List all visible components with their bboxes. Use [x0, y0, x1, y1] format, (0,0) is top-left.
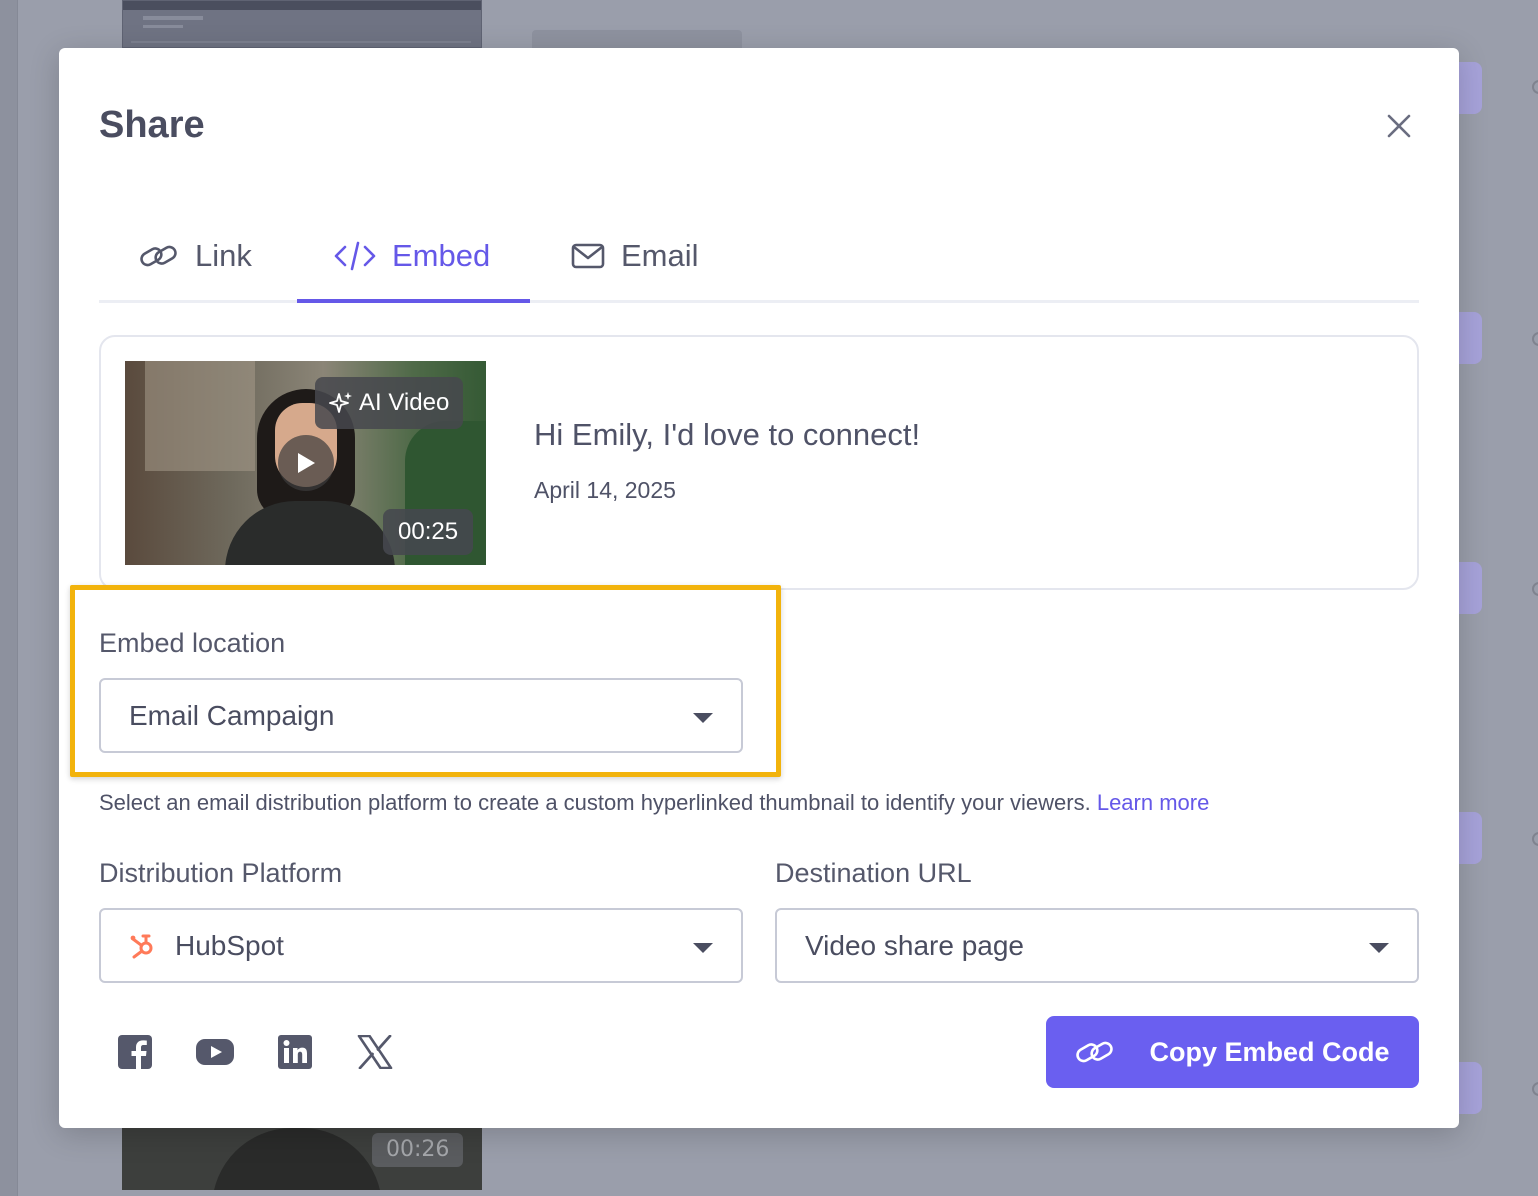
- learn-more-link[interactable]: Learn more: [1097, 790, 1210, 815]
- x-icon: [357, 1035, 393, 1069]
- background-duration: 00:26: [372, 1133, 464, 1167]
- sparkle-icon: [329, 392, 352, 413]
- distribution-platform-select[interactable]: HubSpot: [99, 908, 743, 983]
- x-button[interactable]: [355, 1032, 395, 1072]
- video-card: AI Video 00:25 Hi Emily, I'd love to con…: [99, 335, 1419, 590]
- facebook-button[interactable]: [115, 1032, 155, 1072]
- close-icon: [1387, 114, 1411, 138]
- destination-url-select[interactable]: Video share page: [775, 908, 1419, 983]
- link-icon: [1076, 1041, 1114, 1063]
- background-dot: [1532, 1082, 1538, 1096]
- background-dot: [1532, 332, 1538, 346]
- youtube-button[interactable]: [195, 1032, 235, 1072]
- copy-embed-code-label: Copy Embed Code: [1149, 1036, 1390, 1067]
- background-dot: [1532, 832, 1538, 846]
- video-duration: 00:25: [383, 509, 474, 555]
- tab-label: Link: [195, 237, 252, 273]
- tab-label: Embed: [392, 237, 491, 273]
- focus-highlight: [70, 585, 781, 777]
- distribution-platform-label: Distribution Platform: [99, 858, 343, 888]
- hubspot-icon: [130, 934, 153, 958]
- video-title: Hi Emily, I'd love to connect!: [534, 417, 921, 452]
- chevron-down-icon: [1369, 943, 1389, 953]
- video-date: April 14, 2025: [534, 477, 676, 503]
- close-button[interactable]: [1381, 108, 1417, 144]
- facebook-icon: [118, 1035, 152, 1070]
- destination-url-value: Video share page: [805, 929, 1024, 961]
- modal-title: Share: [99, 104, 205, 146]
- share-modal: Share Link Embed Email AI Video 00:25 Hi…: [59, 48, 1459, 1128]
- background-dot: [1532, 582, 1538, 596]
- background-thumbnail: [122, 0, 482, 48]
- video-thumbnail[interactable]: AI Video 00:25: [125, 361, 486, 565]
- ai-video-badge: AI Video: [315, 377, 464, 429]
- background-dot: [1532, 80, 1538, 94]
- help-text: Select an email distribution platform to…: [99, 790, 1210, 815]
- linkedin-button[interactable]: [275, 1032, 315, 1072]
- tab-link[interactable]: Link: [139, 208, 252, 303]
- distribution-platform-value: HubSpot: [175, 929, 284, 961]
- link-icon: [140, 245, 177, 266]
- code-icon: [334, 241, 376, 270]
- youtube-icon: [196, 1039, 234, 1065]
- background-sidebar: [0, 0, 18, 1196]
- play-icon: [298, 453, 315, 473]
- linkedin-icon: [278, 1035, 312, 1069]
- destination-url-label: Destination URL: [775, 858, 972, 888]
- chevron-down-icon: [693, 943, 713, 953]
- copy-embed-code-button[interactable]: Copy Embed Code: [1046, 1016, 1419, 1088]
- share-tabs: Link Embed Email: [99, 208, 1419, 303]
- tab-label: Email: [621, 237, 699, 273]
- play-button[interactable]: [278, 435, 334, 491]
- active-tab-indicator: [297, 299, 530, 303]
- tab-embed[interactable]: Embed: [334, 208, 490, 303]
- tab-email[interactable]: Email: [571, 208, 699, 303]
- envelope-icon: [571, 243, 605, 268]
